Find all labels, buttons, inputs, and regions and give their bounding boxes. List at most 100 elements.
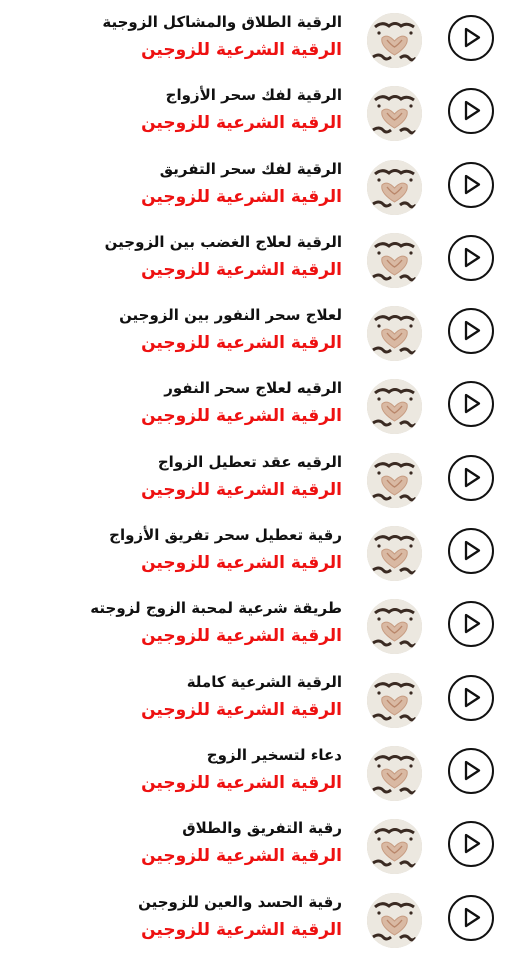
- track-row[interactable]: الرقية لفك سحر الأزواج الرقية الشرعية لل…: [0, 76, 507, 149]
- track-thumbnail: [367, 232, 422, 288]
- track-text: لعلاج سحر النفور بين الزوجين الرقية الشر…: [82, 305, 342, 354]
- track-thumbnail: [367, 526, 422, 582]
- album-art-thumbnail: [367, 306, 422, 362]
- track-thumbnail: [367, 379, 422, 435]
- play-circle-icon: [464, 687, 481, 707]
- album-art-thumbnail: [367, 232, 422, 288]
- play-circle-icon: [464, 101, 481, 121]
- track-artist: الرقية الشرعية للزوجين: [141, 259, 342, 280]
- album-art-thumbnail: [367, 452, 422, 508]
- track-row[interactable]: رقية تعطيل سحر تفريق الأزواج الرقية الشر…: [0, 516, 507, 589]
- track-title: دعاء لتسخير الزوج: [206, 745, 342, 764]
- track-list: الرقية الطلاق والمشاكل الزوجية الرقية ال…: [0, 3, 507, 956]
- track-row[interactable]: الرقيه عقد تعطيل الزواج الرقية الشرعية ل…: [0, 443, 507, 516]
- album-art-thumbnail: [367, 13, 422, 68]
- track-text: رقية الحسد والعين للزوجين الرقية الشرعية…: [82, 892, 342, 941]
- track-row[interactable]: الرقية الطلاق والمشاكل الزوجية الرقية ال…: [0, 3, 507, 76]
- play-button[interactable]: [448, 234, 494, 281]
- track-title: رقية الحسد والعين للزوجين: [138, 892, 342, 911]
- track-title: الرقية لفك سحر الأزواج: [165, 86, 342, 105]
- track-thumbnail: [367, 599, 422, 655]
- album-art-thumbnail: [367, 745, 422, 801]
- track-title: رقية تعطيل سحر تفريق الأزواج: [109, 526, 342, 545]
- play-button[interactable]: [448, 454, 494, 501]
- play-circle-icon: [464, 321, 481, 341]
- track-thumbnail: [367, 819, 422, 875]
- album-art-thumbnail: [367, 379, 422, 435]
- play-button[interactable]: [448, 894, 494, 941]
- track-row[interactable]: دعاء لتسخير الزوج الرقية الشرعية للزوجين: [0, 736, 507, 809]
- track-text: الرقيه عقد تعطيل الزواج الرقية الشرعية ل…: [82, 452, 342, 501]
- track-artist: الرقية الشرعية للزوجين: [141, 406, 342, 427]
- album-art-thumbnail: [367, 892, 422, 948]
- track-row[interactable]: الرقيه لعلاج سحر النفور الرقية الشرعية ل…: [0, 369, 507, 442]
- track-row[interactable]: رقية الحسد والعين للزوجين الرقية الشرعية…: [0, 883, 507, 956]
- play-circle-icon: [464, 467, 481, 487]
- track-artist: الرقية الشرعية للزوجين: [141, 113, 342, 134]
- play-circle-icon: [464, 27, 481, 48]
- track-text: رقية التفريق والطلاق الرقية الشرعية للزو…: [82, 818, 342, 867]
- track-text: الرقية لفك سحر التفريق الرقية الشرعية لل…: [82, 159, 342, 208]
- track-row[interactable]: الرقية لفك سحر التفريق الرقية الشرعية لل…: [0, 150, 507, 223]
- track-thumbnail: [367, 892, 422, 948]
- play-circle-icon: [464, 834, 481, 854]
- album-art-thumbnail: [367, 599, 422, 655]
- play-button[interactable]: [448, 161, 494, 208]
- track-text: طريقة شرعية لمحبة الزوج لزوجته الرقية ال…: [82, 598, 342, 647]
- track-text: الرقية لعلاج الغضب بين الزوجين الرقية ال…: [82, 232, 342, 281]
- track-title: الرقية الطلاق والمشاكل الزوجية: [102, 13, 342, 31]
- track-thumbnail: [367, 452, 422, 508]
- track-title: الرقيه عقد تعطيل الزواج: [157, 452, 342, 471]
- track-text: الرقيه لعلاج سحر النفور الرقية الشرعية ل…: [82, 378, 342, 427]
- play-circle-icon: [464, 760, 481, 781]
- album-art-thumbnail: [367, 672, 422, 728]
- track-text: رقية تعطيل سحر تفريق الأزواج الرقية الشر…: [82, 525, 342, 574]
- play-circle-icon: [464, 247, 481, 268]
- track-text: الرقية لفك سحر الأزواج الرقية الشرعية لل…: [82, 85, 342, 134]
- track-title: الرقية لعلاج الغضب بين الزوجين: [104, 232, 342, 251]
- track-artist: الرقية الشرعية للزوجين: [141, 846, 342, 867]
- album-art-thumbnail: [367, 526, 422, 582]
- play-button[interactable]: [448, 381, 494, 428]
- play-button[interactable]: [448, 88, 494, 135]
- track-thumbnail: [367, 86, 422, 142]
- album-art-thumbnail: [367, 819, 422, 875]
- track-title: الرقية لفك سحر التفريق: [159, 159, 342, 178]
- play-button[interactable]: [448, 747, 494, 794]
- track-title: لعلاج سحر النفور بين الزوجين: [119, 306, 342, 325]
- play-circle-icon: [464, 394, 481, 414]
- track-artist: الرقية الشرعية للزوجين: [141, 40, 342, 60]
- track-text: الرقية الشرعية كاملة الرقية الشرعية للزو…: [82, 672, 342, 721]
- play-button[interactable]: [448, 821, 494, 868]
- track-title: الرقيه لعلاج سحر النفور: [164, 379, 342, 398]
- track-title: الرقية الشرعية كاملة: [186, 672, 342, 691]
- track-thumbnail: [367, 159, 422, 215]
- play-button[interactable]: [448, 601, 494, 648]
- album-art-thumbnail: [367, 159, 422, 215]
- track-row[interactable]: لعلاج سحر النفور بين الزوجين الرقية الشر…: [0, 296, 507, 369]
- track-row[interactable]: الرقية لعلاج الغضب بين الزوجين الرقية ال…: [0, 223, 507, 296]
- track-artist: الرقية الشرعية للزوجين: [141, 699, 342, 720]
- track-artist: الرقية الشرعية للزوجين: [141, 772, 342, 793]
- track-row[interactable]: رقية التفريق والطلاق الرقية الشرعية للزو…: [0, 809, 507, 882]
- track-text: الرقية الطلاق والمشاكل الزوجية الرقية ال…: [82, 12, 342, 61]
- track-row[interactable]: طريقة شرعية لمحبة الزوج لزوجته الرقية ال…: [0, 589, 507, 662]
- track-artist: الرقية الشرعية للزوجين: [141, 186, 342, 207]
- play-button[interactable]: [448, 528, 494, 575]
- track-artist: الرقية الشرعية للزوجين: [141, 479, 342, 500]
- track-thumbnail: [367, 13, 422, 68]
- track-thumbnail: [367, 306, 422, 362]
- track-artist: الرقية الشرعية للزوجين: [141, 333, 342, 354]
- play-button[interactable]: [448, 674, 494, 721]
- track-title: طريقة شرعية لمحبة الزوج لزوجته: [90, 599, 342, 618]
- play-circle-icon: [464, 540, 481, 561]
- track-title: رقية التفريق والطلاق: [182, 819, 342, 838]
- track-artist: الرقية الشرعية للزوجين: [141, 626, 342, 647]
- track-artist: الرقية الشرعية للزوجين: [141, 919, 342, 940]
- album-art-thumbnail: [367, 86, 422, 142]
- play-button[interactable]: [448, 15, 494, 61]
- play-button[interactable]: [448, 308, 494, 355]
- play-circle-icon: [464, 174, 481, 194]
- play-circle-icon: [464, 907, 481, 927]
- track-row[interactable]: الرقية الشرعية كاملة الرقية الشرعية للزو…: [0, 663, 507, 736]
